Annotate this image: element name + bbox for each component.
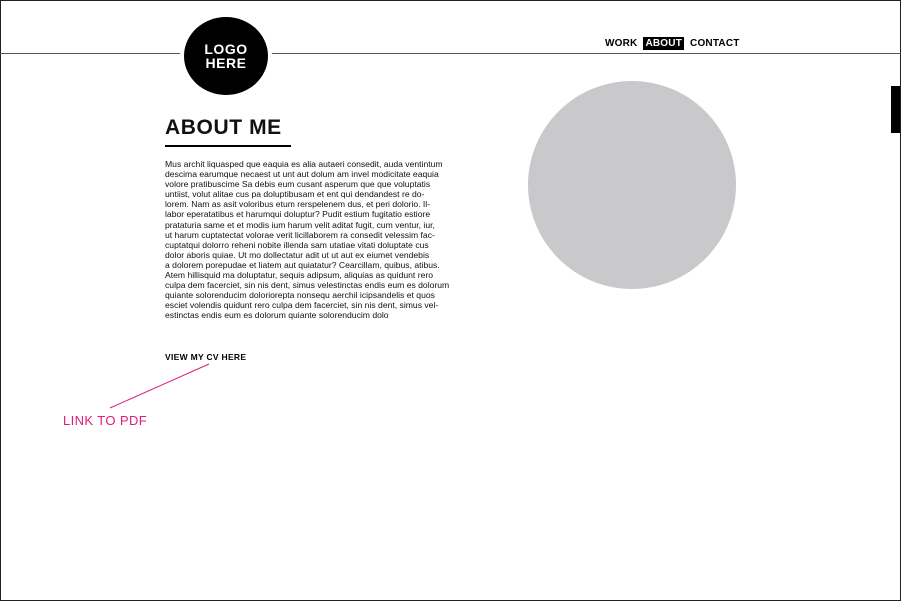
scroll-indicator[interactable] (891, 86, 900, 133)
profile-photo-placeholder (528, 81, 736, 289)
view-cv-link[interactable]: VIEW MY CV HERE (165, 352, 246, 362)
annotation-label: LINK TO PDF (63, 413, 148, 428)
main-nav: WORK ABOUT CONTACT (603, 37, 742, 50)
logo-line-1: LOGO (204, 41, 248, 57)
header-divider (0, 53, 901, 54)
nav-item-contact[interactable]: CONTACT (688, 37, 742, 50)
about-body-text: Mus archit liquasped que eaquia es alia … (165, 159, 450, 321)
logo-text: LOGO HERE (204, 42, 247, 70)
page-title: ABOUT ME (165, 116, 282, 139)
title-underline (165, 145, 291, 147)
nav-item-about[interactable]: ABOUT (643, 37, 685, 50)
nav-item-work[interactable]: WORK (603, 37, 639, 50)
logo[interactable]: LOGO HERE (184, 17, 268, 95)
logo-line-2: HERE (205, 55, 247, 71)
